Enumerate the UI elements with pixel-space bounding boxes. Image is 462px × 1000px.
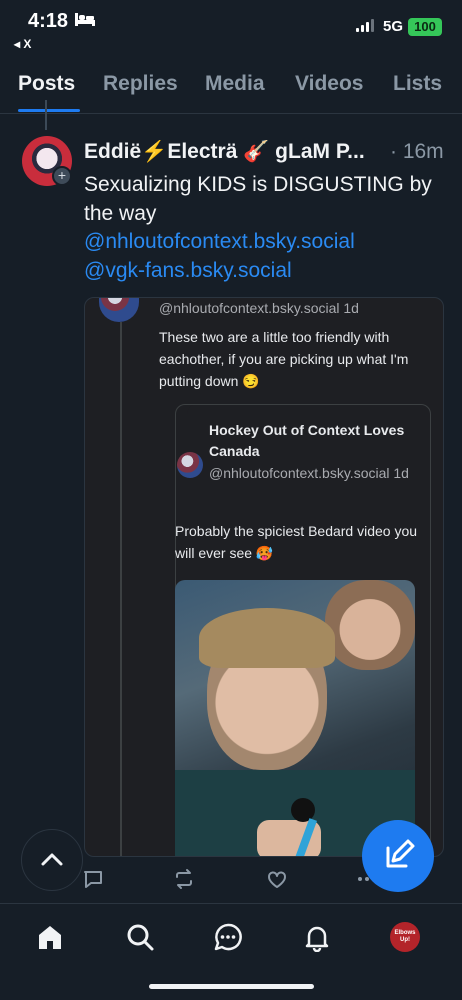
home-icon[interactable]	[35, 922, 65, 952]
post-timestamp[interactable]: · 16m	[390, 140, 444, 164]
bell-icon[interactable]	[302, 922, 332, 952]
profile-avatar-tab[interactable]: Elbows Up!	[390, 922, 420, 952]
home-indicator	[149, 984, 314, 989]
mention-link[interactable]: @vgk-fans.bsky.social	[84, 259, 292, 283]
post-author[interactable]: Eddië⚡Electrä 🎸 gLaM P...	[84, 140, 394, 164]
video-hair	[199, 608, 335, 668]
bed-icon	[75, 13, 95, 26]
mention-link[interactable]: @nhloutofcontext.bsky.social	[84, 230, 355, 254]
nested-quote-author: Hockey Out of Context Loves Canada	[209, 422, 405, 459]
scroll-to-top-button[interactable]	[21, 829, 83, 891]
battery-indicator: 100	[408, 18, 442, 36]
tab-posts[interactable]: Posts	[18, 72, 75, 96]
thread-connector	[45, 100, 47, 130]
nested-quote-text: Probably the spiciest Bedard video you w…	[175, 523, 418, 561]
compose-button[interactable]	[362, 820, 434, 892]
quote-avatar	[99, 298, 139, 322]
video-thumbnail[interactable]	[175, 580, 415, 856]
tab-videos[interactable]: Videos	[295, 72, 363, 96]
tab-media[interactable]: Media	[205, 72, 265, 96]
active-tab-indicator	[18, 109, 80, 112]
quote-thread-line	[120, 322, 122, 856]
status-bar: 4:18 ◂ X 5G 100	[0, 0, 462, 56]
repost-icon[interactable]	[173, 868, 195, 890]
signal-icon	[356, 19, 374, 32]
video-background-person	[325, 580, 415, 670]
quote-text: These two are a little too friendly with…	[159, 329, 409, 389]
chat-icon[interactable]	[213, 922, 243, 952]
like-icon[interactable]	[266, 868, 288, 890]
nested-quoted-post[interactable]: Hockey Out of Context Loves Canada @nhlo…	[175, 404, 431, 856]
post-text: Sexualizing KIDS is DISGUSTING by the wa…	[84, 173, 432, 225]
clock: 4:18	[28, 10, 69, 32]
nested-quote-handle: @nhloutofcontext.bsky.social 1d	[209, 465, 409, 481]
nested-quote-avatar	[177, 452, 203, 478]
tab-replies[interactable]: Replies	[103, 72, 178, 96]
quoted-post[interactable]: @nhloutofcontext.bsky.social 1d These tw…	[84, 297, 444, 857]
quote-handle: @nhloutofcontext.bsky.social 1d	[159, 300, 359, 316]
network-label: 5G	[383, 18, 404, 35]
compose-icon	[386, 839, 415, 868]
tab-lists[interactable]: Lists	[393, 72, 442, 96]
chevron-up-icon	[41, 853, 63, 866]
follow-plus-icon[interactable]: +	[52, 166, 72, 186]
profile-tabs: Posts Replies Media Videos Lists	[0, 64, 462, 114]
back-to-app-link[interactable]: ◂ X	[14, 37, 31, 51]
search-icon[interactable]	[125, 922, 155, 952]
reply-icon[interactable]	[82, 868, 104, 890]
